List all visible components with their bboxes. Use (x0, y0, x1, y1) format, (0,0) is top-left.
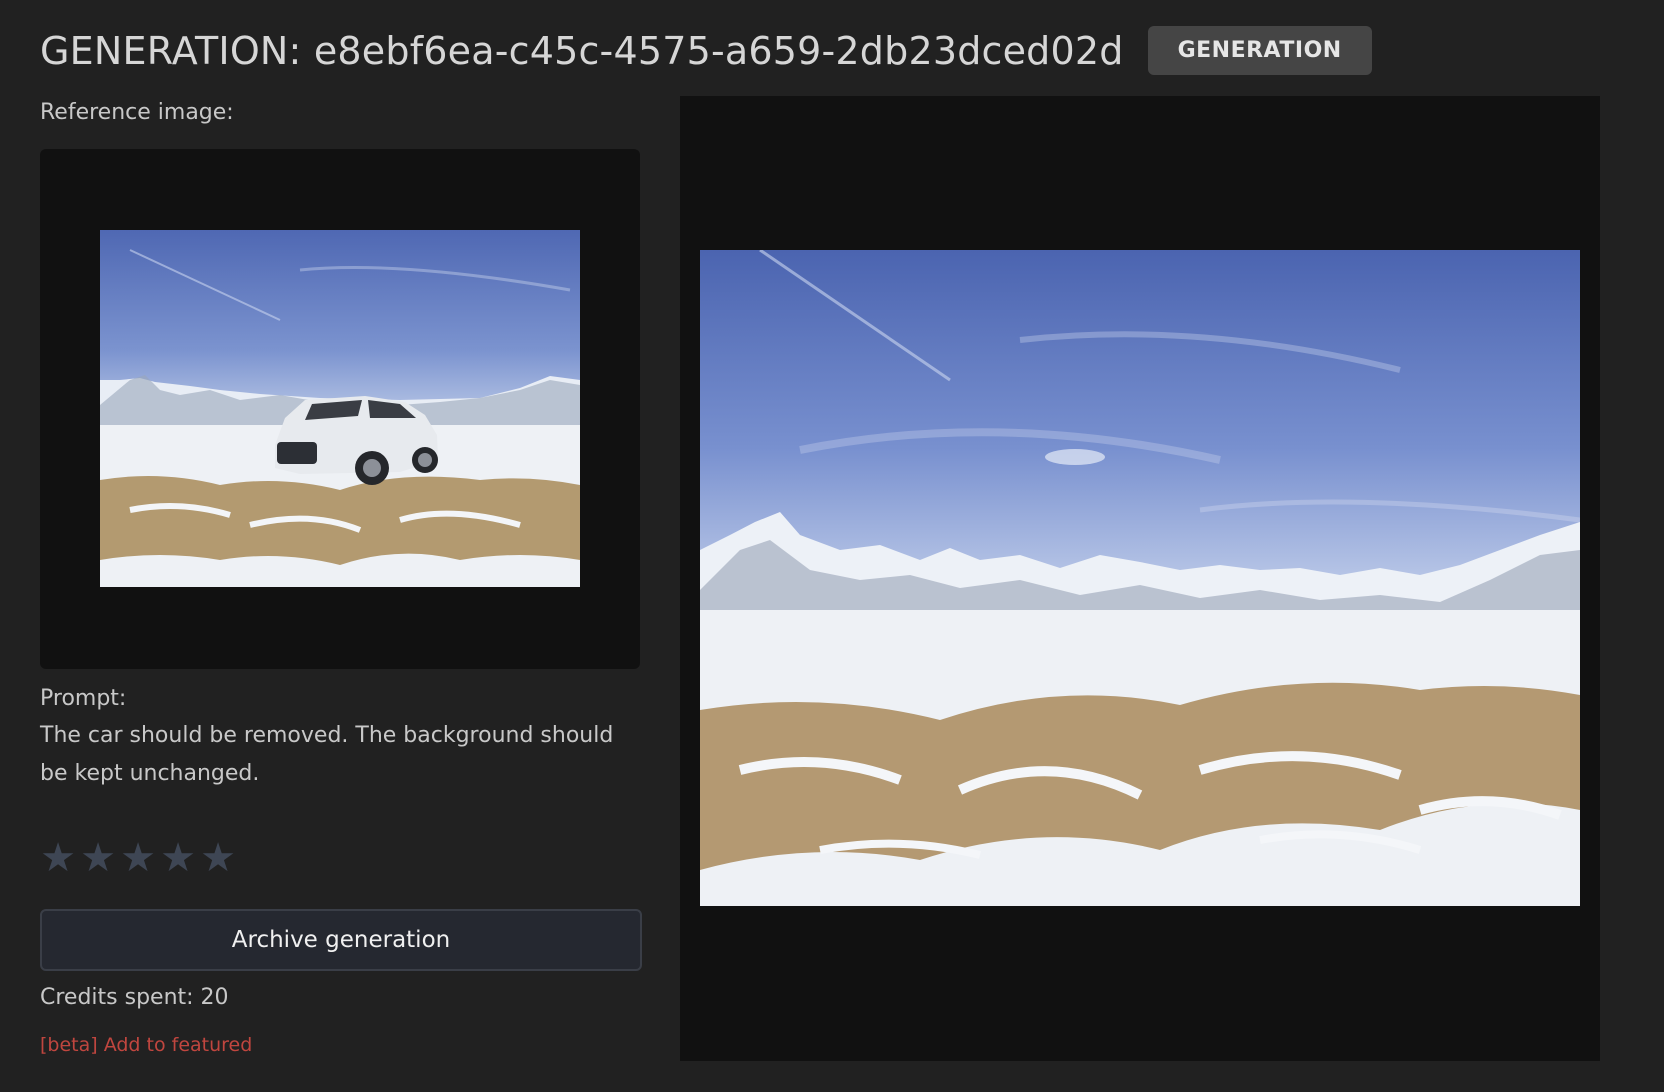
star-icon[interactable]: ★ (40, 838, 76, 878)
result-image (700, 250, 1580, 906)
add-to-featured-link[interactable]: [beta] Add to featured (40, 1034, 252, 1056)
page-header: GENERATION: e8ebf6ea-c45c-4575-a659-2db2… (40, 26, 1372, 75)
type-badge: GENERATION (1147, 26, 1372, 75)
star-icon[interactable]: ★ (200, 838, 236, 878)
prompt-label: Prompt: (40, 686, 127, 711)
reference-image-panel (40, 149, 640, 669)
star-icon[interactable]: ★ (160, 838, 196, 878)
star-rating[interactable]: ★ ★ ★ ★ ★ (40, 838, 240, 878)
reference-image-label: Reference image: (40, 100, 234, 125)
result-image-panel (680, 96, 1600, 1061)
reference-image (100, 230, 580, 587)
credits-spent: Credits spent: 20 (40, 985, 229, 1010)
prompt-text: The car should be removed. The backgroun… (40, 723, 614, 786)
page-title: GENERATION: e8ebf6ea-c45c-4575-a659-2db2… (40, 28, 1124, 73)
star-icon[interactable]: ★ (120, 838, 156, 878)
star-icon[interactable]: ★ (80, 838, 116, 878)
archive-generation-button[interactable]: Archive generation (40, 909, 642, 971)
